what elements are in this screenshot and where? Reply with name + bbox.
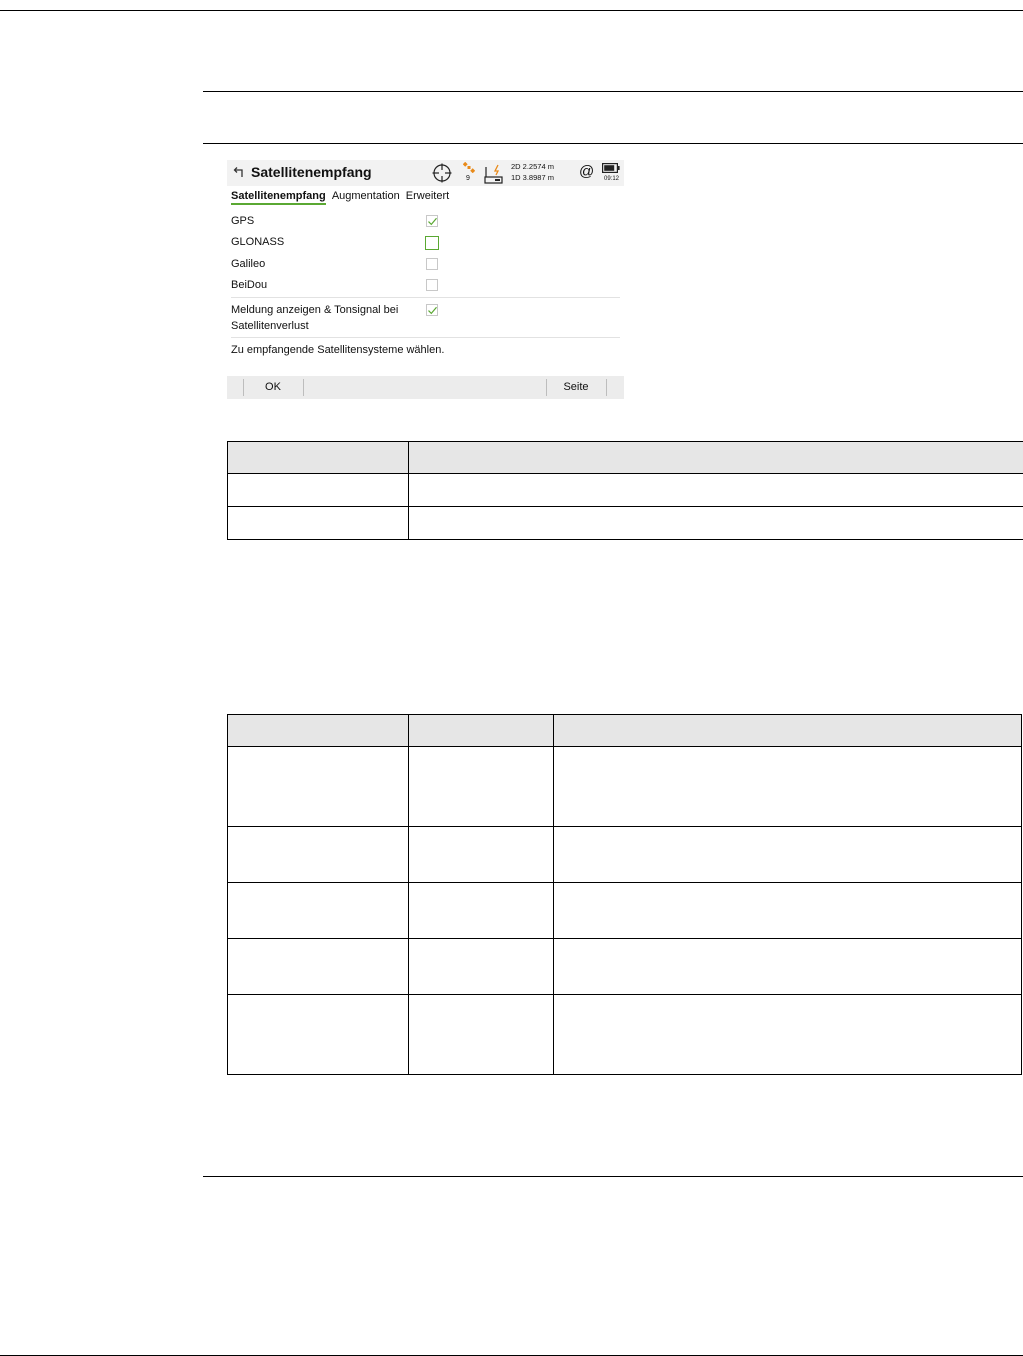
radio-icon[interactable]: [483, 164, 503, 184]
description-table: [227, 441, 1023, 540]
quality-1d: 1D 3.8987 m: [511, 173, 554, 182]
title-bar: Satellitenempfang 9 2D 2.2574 m 1D 3.898…: [227, 160, 624, 186]
table-header-cell: [553, 714, 1022, 747]
table-row: [227, 506, 1023, 540]
field-table: [227, 714, 1022, 1075]
softkey-separator: [303, 379, 304, 396]
table-header-cell: [227, 714, 409, 747]
table-cell: [408, 506, 1023, 540]
table-header-cell: [408, 714, 554, 747]
table-cell: [227, 882, 409, 939]
tab-bar: Satellitenempfang Augmentation Erweitert: [231, 190, 452, 206]
table-cell: [408, 746, 554, 827]
table-cell: [408, 826, 554, 883]
clock: 09:12: [604, 176, 620, 182]
table-row: [227, 994, 1022, 1075]
table-cell: [227, 473, 409, 507]
divider: [231, 337, 620, 338]
beidou-label: BeiDou: [231, 279, 268, 291]
table-cell: [408, 882, 554, 939]
table-row: [227, 746, 1022, 827]
section-rule-2: [203, 143, 1023, 144]
satellite-icon[interactable]: [463, 162, 475, 173]
alert-label-line2: Satellitenverlust: [231, 320, 309, 332]
ok-button[interactable]: OK: [243, 381, 303, 393]
satellite-count: 9: [466, 175, 470, 182]
table-cell: [408, 473, 1023, 507]
softkey-separator: [606, 379, 607, 396]
quality-2d: 2D 2.2574 m: [511, 162, 554, 171]
tab-satellitenempfang[interactable]: Satellitenempfang: [231, 190, 326, 205]
tab-erweitert[interactable]: Erweitert: [406, 190, 449, 203]
table-cell: [553, 746, 1022, 827]
table-header-row: [227, 441, 1023, 474]
device-screen: Satellitenempfang 9 2D 2.2574 m 1D 3.898…: [227, 158, 624, 399]
hint-text: Zu empfangende Satellitensysteme wählen.: [231, 344, 445, 356]
table-cell: [553, 994, 1022, 1075]
at-icon[interactable]: @: [579, 163, 594, 180]
glonass-checkbox[interactable]: [425, 236, 439, 250]
table-row: [227, 826, 1022, 883]
checkmark-icon: [428, 217, 437, 226]
back-icon[interactable]: [231, 166, 245, 180]
page-button[interactable]: Seite: [546, 381, 606, 393]
table-cell: [408, 994, 554, 1075]
screen-title: Satellitenempfang: [251, 164, 372, 180]
table-cell: [553, 938, 1022, 995]
section-rule-3: [203, 1176, 1023, 1177]
table-cell: [227, 994, 409, 1075]
battery-icon[interactable]: [602, 163, 620, 173]
table-header-row: [227, 714, 1022, 747]
table-row: [227, 938, 1022, 995]
glonass-label: GLONASS: [231, 236, 285, 248]
section-rule-1: [203, 91, 1023, 92]
beidou-checkbox[interactable]: [426, 279, 438, 291]
gps-label: GPS: [231, 215, 255, 227]
softkey-bar: OK Seite: [227, 376, 624, 399]
table-row: [227, 882, 1022, 939]
table-cell: [227, 826, 409, 883]
crosshair-icon[interactable]: [432, 163, 452, 183]
alert-label: Meldung anzeigen & Tonsignal bei: [231, 304, 399, 316]
page-top-rule: [0, 10, 1023, 11]
table-cell: [408, 938, 554, 995]
tab-augmentation[interactable]: Augmentation: [332, 190, 400, 203]
gps-checkbox[interactable]: [426, 215, 438, 227]
table-header-cell: [408, 441, 1023, 474]
table-cell: [553, 826, 1022, 883]
table-row: [227, 473, 1023, 507]
checkmark-icon: [428, 306, 437, 315]
table-cell: [553, 882, 1022, 939]
table-header-cell: [227, 441, 409, 474]
table-cell: [227, 506, 409, 540]
alert-checkbox[interactable]: [426, 304, 438, 316]
galileo-checkbox[interactable]: [426, 258, 438, 270]
divider: [231, 297, 620, 298]
table-cell: [227, 746, 409, 827]
galileo-label: Galileo: [231, 258, 266, 270]
table-cell: [227, 938, 409, 995]
